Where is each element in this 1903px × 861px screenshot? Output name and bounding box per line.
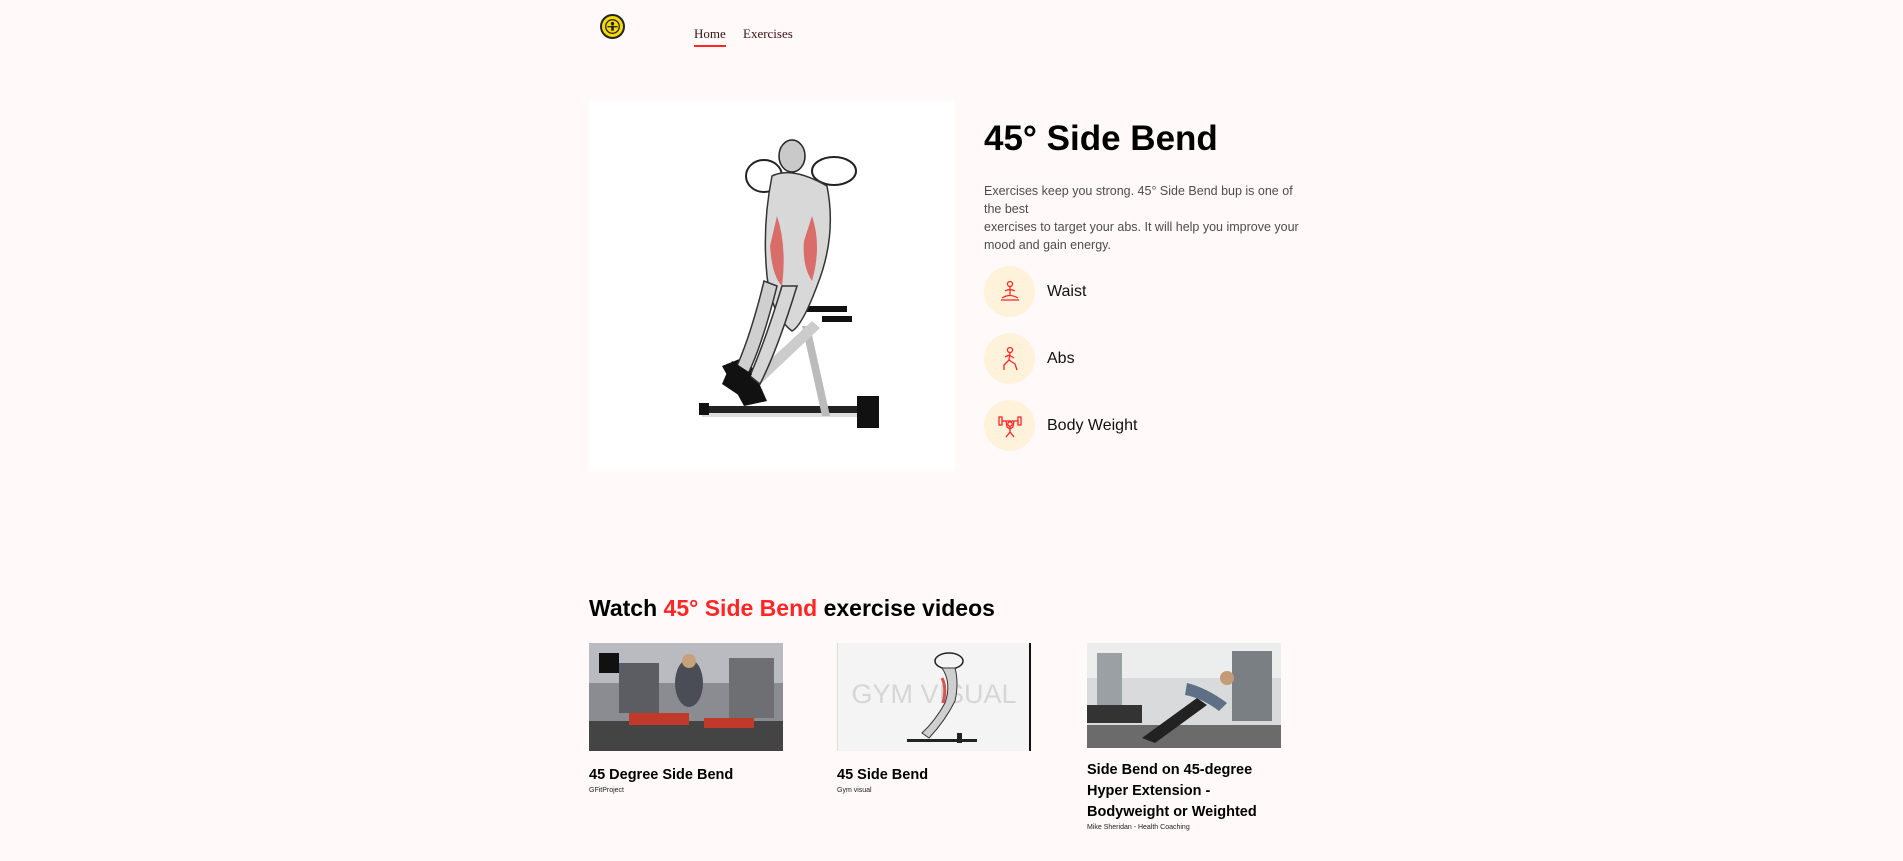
video-title[interactable]: 45 Side Bend bbox=[837, 765, 1031, 786]
side-bend-illustration bbox=[699, 139, 879, 428]
top-navigation: Home Exercises bbox=[600, 14, 1300, 54]
video-card[interactable]: GYM VISUAL 45 Side Bend Gym visual bbox=[837, 643, 1031, 794]
video-channel: Mike Sheridan - Health Coaching bbox=[1087, 824, 1190, 831]
videos-heading-prefix: Watch bbox=[589, 595, 658, 621]
videos-heading: Watch 45° Side Bend exercise videos bbox=[589, 595, 995, 622]
video-title[interactable]: Side Bend on 45-degree Hyper Extension -… bbox=[1087, 760, 1281, 823]
exercise-image bbox=[589, 101, 955, 471]
exercise-description: Exercises keep you strong. 45° Side Bend… bbox=[984, 182, 1300, 254]
meditation-icon bbox=[984, 266, 1035, 317]
attribute-label-body-part: Waist bbox=[1047, 282, 1087, 300]
video-thumbnail[interactable]: GYM VISUAL bbox=[837, 643, 1031, 751]
attribute-label-target: Abs bbox=[1047, 349, 1075, 367]
videos-heading-exercise: 45° Side Bend bbox=[663, 595, 818, 621]
videos-heading-suffix: exercise videos bbox=[823, 595, 995, 621]
video-title[interactable]: 45 Degree Side Bend bbox=[589, 765, 783, 786]
video-card[interactable]: Side Bend on 45-degree Hyper Extension -… bbox=[1087, 643, 1281, 831]
gym-logo-icon[interactable] bbox=[600, 14, 625, 39]
exercise-title: 45° Side Bend bbox=[984, 119, 1218, 158]
video-channel: Gym visual bbox=[837, 787, 872, 794]
video-card[interactable]: 45 Degree Side Bend GFitProject bbox=[589, 643, 783, 794]
exercise-detail: 45° Side Bend Exercises keep you strong.… bbox=[984, 118, 1300, 467]
video-thumbnail[interactable] bbox=[589, 643, 783, 751]
description-line-2: exercises to target your abs. It will he… bbox=[984, 220, 1299, 252]
video-channel: GFitProject bbox=[589, 787, 625, 794]
description-line-1: Exercises keep you strong. 45° Side Bend… bbox=[984, 184, 1293, 216]
video-thumbnail[interactable] bbox=[1087, 643, 1281, 748]
gym-visual-watermark: GYM VISUAL bbox=[851, 679, 1016, 709]
weightlifter-icon bbox=[984, 400, 1035, 451]
attribute-equipment: Body Weight bbox=[984, 400, 1300, 451]
attribute-label-equipment: Body Weight bbox=[1047, 416, 1138, 434]
lunge-icon bbox=[984, 333, 1035, 384]
attribute-body-part: Waist bbox=[984, 266, 1300, 317]
attribute-target: Abs bbox=[984, 333, 1300, 384]
exercise-attributes: Waist Abs Body Weight bbox=[984, 266, 1300, 451]
nav-link-exercises[interactable]: Exercises bbox=[743, 26, 793, 42]
nav-link-home[interactable]: Home bbox=[694, 26, 726, 47]
